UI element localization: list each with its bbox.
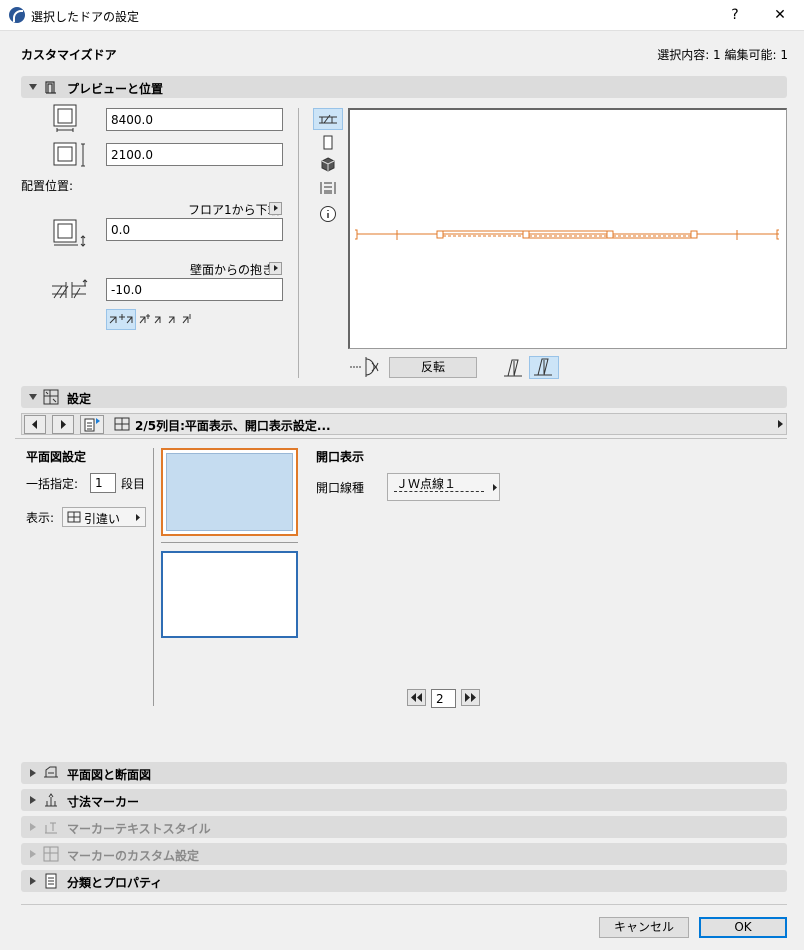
expand-arrow-icon bbox=[30, 850, 36, 858]
help-button[interactable]: ? bbox=[713, 0, 757, 31]
expand-arrow-icon bbox=[30, 796, 36, 804]
marker-custom-icon bbox=[43, 846, 59, 862]
info-icon[interactable] bbox=[319, 205, 337, 223]
sill-height-icon bbox=[53, 219, 86, 247]
plan-grid-icon bbox=[114, 417, 130, 431]
opening-line-label: 開口線種 bbox=[316, 481, 365, 495]
dashed-line-sample bbox=[394, 491, 484, 492]
prev-page-button[interactable] bbox=[24, 415, 46, 434]
plan-section-icon bbox=[44, 766, 58, 778]
preview-pane bbox=[348, 108, 787, 349]
section-classification-properties[interactable]: 分類とプロパティ bbox=[21, 870, 787, 892]
dropdown-arrow-icon bbox=[136, 514, 140, 521]
door-side-right-button[interactable] bbox=[529, 356, 559, 379]
flip-button[interactable]: 反転 bbox=[389, 357, 477, 378]
display-label: 表示: bbox=[26, 511, 55, 525]
section-plan-section[interactable]: 平面図と断面図 bbox=[21, 762, 787, 784]
opening-line-dropdown[interactable]: ＪＷ点線１ bbox=[387, 473, 500, 501]
floor-offset-input[interactable] bbox=[106, 218, 283, 241]
next-page-button[interactable] bbox=[52, 415, 74, 434]
door-side-right-icon bbox=[534, 358, 552, 376]
door-side-left-icon[interactable] bbox=[502, 358, 524, 378]
level-thumbnail-selected[interactable] bbox=[161, 448, 298, 536]
plan-settings-title: 平面図設定 bbox=[26, 450, 87, 464]
anchor-options-icon[interactable] bbox=[138, 311, 198, 328]
wall-reveal-input[interactable] bbox=[106, 278, 283, 301]
plan-view-icon bbox=[319, 114, 337, 124]
page-list-button[interactable] bbox=[80, 415, 104, 434]
bulk-level-input[interactable] bbox=[90, 473, 116, 493]
display-value: 引違い bbox=[84, 512, 121, 526]
width-icon bbox=[53, 104, 77, 132]
marker-text-icon bbox=[45, 822, 57, 834]
height-icon bbox=[53, 142, 85, 167]
panel-divider bbox=[153, 448, 154, 706]
dimension-marker-icon bbox=[45, 793, 57, 807]
elevation-view-icon[interactable] bbox=[321, 135, 335, 151]
close-button[interactable]: ✕ bbox=[758, 0, 802, 31]
last-page-button[interactable] bbox=[461, 689, 480, 706]
section-dimension-marker[interactable]: 寸法マーカー bbox=[21, 789, 787, 811]
collapse-arrow-icon bbox=[29, 84, 37, 90]
section-view-icon[interactable] bbox=[319, 180, 337, 196]
wall-reference-dropdown[interactable] bbox=[269, 262, 282, 275]
arrow-left-icon bbox=[32, 420, 37, 429]
expand-arrow-icon bbox=[30, 769, 36, 777]
dropdown-arrow-icon bbox=[493, 484, 497, 491]
opening-line-value: ＪＷ点線１ bbox=[396, 477, 457, 491]
floor-reference-dropdown[interactable] bbox=[269, 202, 282, 215]
element-type-label: カスタマイズドア bbox=[21, 48, 117, 62]
divider bbox=[298, 108, 299, 378]
footer-separator bbox=[21, 904, 787, 905]
bulk-label: 一括指定: bbox=[26, 477, 79, 491]
app-icon bbox=[9, 7, 25, 23]
settings-grid-icon bbox=[43, 389, 59, 405]
wall-reveal-icon bbox=[52, 279, 88, 299]
arrow-right-icon bbox=[61, 420, 66, 429]
expand-arrow-icon bbox=[30, 823, 36, 831]
door-icon bbox=[45, 81, 56, 94]
double-arrow-left-icon bbox=[411, 693, 422, 702]
cancel-button[interactable]: キャンセル bbox=[599, 917, 689, 938]
section-preview-position[interactable]: プレビューと位置 bbox=[21, 76, 787, 98]
3d-view-icon[interactable] bbox=[320, 157, 336, 173]
expand-arrow-icon bbox=[30, 877, 36, 885]
width-input[interactable] bbox=[106, 108, 283, 131]
page-menu-arrow-icon[interactable] bbox=[777, 419, 785, 429]
display-dropdown[interactable]: 引違い bbox=[62, 507, 146, 527]
bulk-unit-label: 段目 bbox=[121, 477, 146, 491]
selection-info: 選択内容: 1 編集可能: 1 bbox=[657, 48, 788, 62]
document-icon bbox=[45, 873, 57, 889]
thumbnail-separator bbox=[161, 542, 298, 543]
floor-reference-label: フロア1から下端 bbox=[188, 203, 280, 217]
double-arrow-right-icon bbox=[465, 693, 476, 702]
collapse-arrow-icon bbox=[29, 394, 37, 400]
placement-label: 配置位置: bbox=[21, 179, 74, 193]
thumbnail-preview bbox=[166, 453, 293, 531]
section-marker-text-style: マーカーテキストスタイル bbox=[21, 816, 787, 838]
section-settings[interactable]: 設定 bbox=[21, 386, 787, 408]
panel-separator bbox=[15, 438, 787, 439]
page-number-input[interactable] bbox=[431, 689, 456, 708]
page-title[interactable]: 2/5列目:平面表示、開口表示設定... bbox=[135, 417, 331, 434]
opening-display-title: 開口表示 bbox=[316, 450, 365, 464]
sliding-door-icon bbox=[67, 511, 81, 523]
wall-reference-label: 壁面からの抱き bbox=[190, 263, 275, 277]
first-page-button[interactable] bbox=[407, 689, 426, 706]
mirror-icon bbox=[350, 357, 379, 377]
section-marker-custom: マーカーのカスタム設定 bbox=[21, 843, 787, 865]
level-thumbnail[interactable] bbox=[161, 551, 298, 638]
page-list-icon bbox=[84, 418, 100, 432]
page-nav-bar: 2/5列目:平面表示、開口表示設定... bbox=[21, 413, 787, 435]
view-plan-button[interactable] bbox=[313, 108, 343, 130]
anchor-option-selected[interactable] bbox=[106, 309, 136, 330]
door-plan-preview bbox=[355, 229, 779, 240]
title-bar: 選択したドアの設定 ? ✕ bbox=[0, 0, 804, 31]
anchor-center-icon bbox=[109, 314, 133, 324]
height-input[interactable] bbox=[106, 143, 283, 166]
window-title: 選択したドアの設定 bbox=[31, 10, 140, 24]
ok-button[interactable]: OK bbox=[699, 917, 787, 938]
